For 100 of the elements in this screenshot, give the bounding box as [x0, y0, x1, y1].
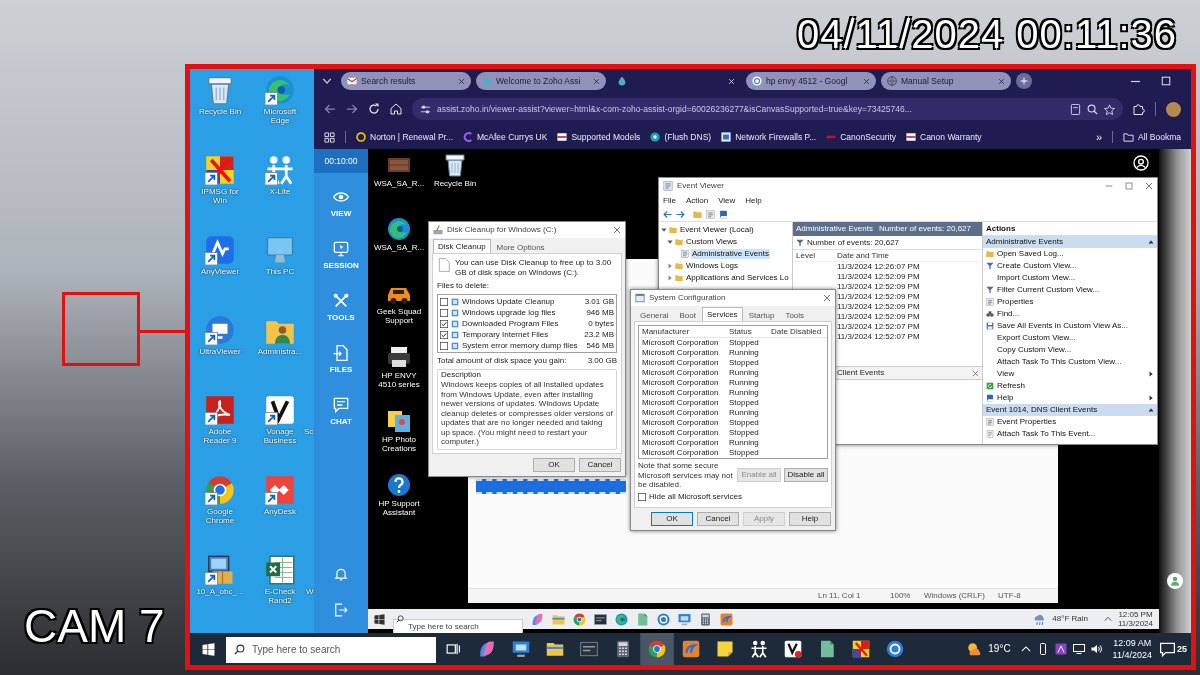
triangle-right-icon[interactable] — [667, 275, 673, 281]
menu-item[interactable]: View — [718, 195, 736, 206]
menu-item[interactable]: File — [663, 195, 676, 206]
notifications-button[interactable]: 25 — [1160, 641, 1187, 657]
close-icon[interactable] — [593, 77, 600, 85]
user-circle-icon[interactable] — [1133, 155, 1149, 171]
dialog-button[interactable]: OK — [651, 512, 693, 526]
menu-item[interactable]: Help — [745, 195, 762, 206]
sticky-note-icon[interactable] — [716, 640, 734, 658]
tree-item[interactable]: Windows Logs — [685, 261, 740, 271]
desktop-icon-label[interactable]: WSA_SA_R... — [372, 179, 426, 188]
chevron-tile-icon[interactable] — [784, 640, 802, 658]
sun-cloud-icon[interactable] — [967, 641, 983, 657]
triangle-up-icon[interactable] — [1148, 407, 1154, 413]
action-link[interactable]: Event Properties — [997, 417, 1057, 427]
bookmark[interactable]: Network Firewalls P... — [721, 130, 817, 144]
action-link[interactable]: Help — [997, 393, 1014, 403]
tab[interactable]: Boot — [674, 309, 701, 321]
action-link[interactable]: Attach Task To This Event... — [997, 429, 1096, 439]
diamond-tile-icon[interactable] — [265, 475, 295, 505]
swirl-logo-icon[interactable] — [265, 75, 295, 105]
dialog-button[interactable]: OK — [533, 458, 575, 472]
close-icon[interactable] — [613, 226, 621, 234]
start-icon[interactable] — [201, 642, 215, 656]
curl-tile-icon[interactable] — [205, 395, 235, 425]
tab[interactable]: Startup — [743, 309, 780, 321]
action-link[interactable]: Filter Current Custom View... — [997, 285, 1100, 295]
desktop-icon-label[interactable]: Recycle Bin — [428, 179, 482, 188]
desktop-icon-label[interactable]: Geek Squad Support — [372, 307, 426, 325]
home-icon[interactable] — [390, 103, 402, 115]
tab[interactable]: General — [635, 309, 674, 321]
desktop-icon-label[interactable]: WSA_SA_R... — [372, 243, 426, 252]
dialog-button[interactable]: Disable all — [784, 468, 828, 483]
browser-tab[interactable]: hp envy 4512 - Googl — [746, 72, 876, 90]
bell-icon[interactable] — [334, 567, 348, 581]
menu-item[interactable]: Action — [685, 195, 709, 206]
triangle-down-icon[interactable] — [661, 227, 667, 233]
recycle-bin-icon[interactable] — [443, 153, 467, 177]
triangle-down-icon[interactable] — [667, 239, 673, 245]
reload-icon[interactable] — [368, 103, 380, 115]
bookmark[interactable]: CanonSecurity — [826, 130, 896, 144]
action-link[interactable]: Import Custom View... — [997, 273, 1076, 283]
photo-collage-icon[interactable] — [387, 409, 411, 433]
figures-icon[interactable] — [750, 640, 768, 658]
tree-item[interactable]: Event Viewer (Local) — [679, 225, 755, 235]
forward-arrow-icon[interactable] — [346, 103, 358, 115]
document-icon[interactable] — [818, 640, 836, 658]
action-link[interactable]: Copy Custom View... — [997, 345, 1072, 355]
close-icon[interactable] — [998, 77, 1005, 85]
tile-logo-icon[interactable] — [720, 612, 733, 626]
more-bookmarks-button[interactable]: » — [1095, 131, 1102, 143]
avatar-icon[interactable] — [1166, 101, 1181, 117]
action-link[interactable]: Refresh — [997, 381, 1025, 391]
grid-icon[interactable] — [324, 131, 335, 143]
monitor-circle-icon[interactable] — [205, 315, 235, 345]
bookmark[interactable]: Norton | Renewal Pr... — [356, 130, 453, 144]
triangle-up-icon[interactable] — [1148, 239, 1154, 245]
pinwheel-logo-icon[interactable] — [573, 612, 586, 626]
browser-tab[interactable]: Welcome to Zoho Assi — [476, 72, 606, 90]
address-bar[interactable]: assist.zoho.in/viewer-assist?viewer=html&x-com-zoho-assist-orgid=60026236277&isCanvasSupported=true&key=73425746... — [412, 98, 1123, 120]
tab[interactable]: Disk Cleanup — [433, 239, 491, 253]
ribbon-logo-icon[interactable] — [478, 640, 496, 658]
help-circle-icon[interactable] — [387, 473, 411, 497]
action-link[interactable]: Properties — [997, 297, 1034, 307]
bookmark[interactable]: (Flush DNS) — [650, 130, 712, 144]
action-link[interactable]: Find... — [997, 309, 1020, 319]
folder-icon[interactable] — [546, 640, 564, 658]
desktop-icon-label[interactable]: HP ENVY 4510 series — [372, 371, 426, 389]
close-icon[interactable] — [1145, 182, 1153, 190]
tray-app-icon[interactable] — [1054, 643, 1067, 655]
cross-tile-icon[interactable] — [852, 640, 870, 658]
action-link[interactable]: View — [997, 369, 1015, 379]
checkbox[interactable] — [440, 308, 448, 317]
task-view-icon[interactable] — [446, 642, 460, 656]
chevron-up-icon[interactable] — [1020, 644, 1031, 654]
browser-tab[interactable]: Manual Setup — [881, 72, 1011, 90]
puzzle-icon[interactable] — [1133, 103, 1145, 115]
screen-icon[interactable] — [512, 640, 530, 658]
dialog-button[interactable]: Cancel — [697, 512, 739, 526]
action-link[interactable]: Create Custom View... — [997, 261, 1077, 271]
funnel-icon[interactable] — [796, 238, 804, 247]
tree-item[interactable]: Administrative Events — [691, 249, 770, 259]
monitor-outline-icon[interactable] — [1072, 643, 1085, 655]
desktop-icon-label[interactable]: HP Support Assistant — [372, 499, 426, 517]
dialog-button[interactable]: Cancel — [579, 458, 621, 472]
ring-logo-icon[interactable] — [886, 640, 904, 658]
star-icon[interactable] — [1104, 103, 1115, 115]
rain-cloud-icon[interactable] — [1033, 612, 1047, 626]
close-icon[interactable] — [863, 77, 870, 85]
checkbox[interactable] — [440, 341, 448, 350]
action-link[interactable]: Export Custom View... — [997, 333, 1076, 343]
forward-arrow-icon[interactable] — [676, 209, 685, 219]
checkbox[interactable] — [440, 297, 448, 306]
search-field[interactable]: Type here to search — [226, 636, 436, 663]
spreadsheet-icon[interactable] — [265, 555, 295, 585]
calculator-icon[interactable] — [614, 640, 632, 658]
calculator-icon[interactable] — [699, 612, 712, 626]
back-arrow-icon[interactable] — [663, 209, 672, 219]
page-icon[interactable] — [1070, 103, 1081, 115]
pinwheel-logo-icon[interactable] — [205, 475, 235, 505]
